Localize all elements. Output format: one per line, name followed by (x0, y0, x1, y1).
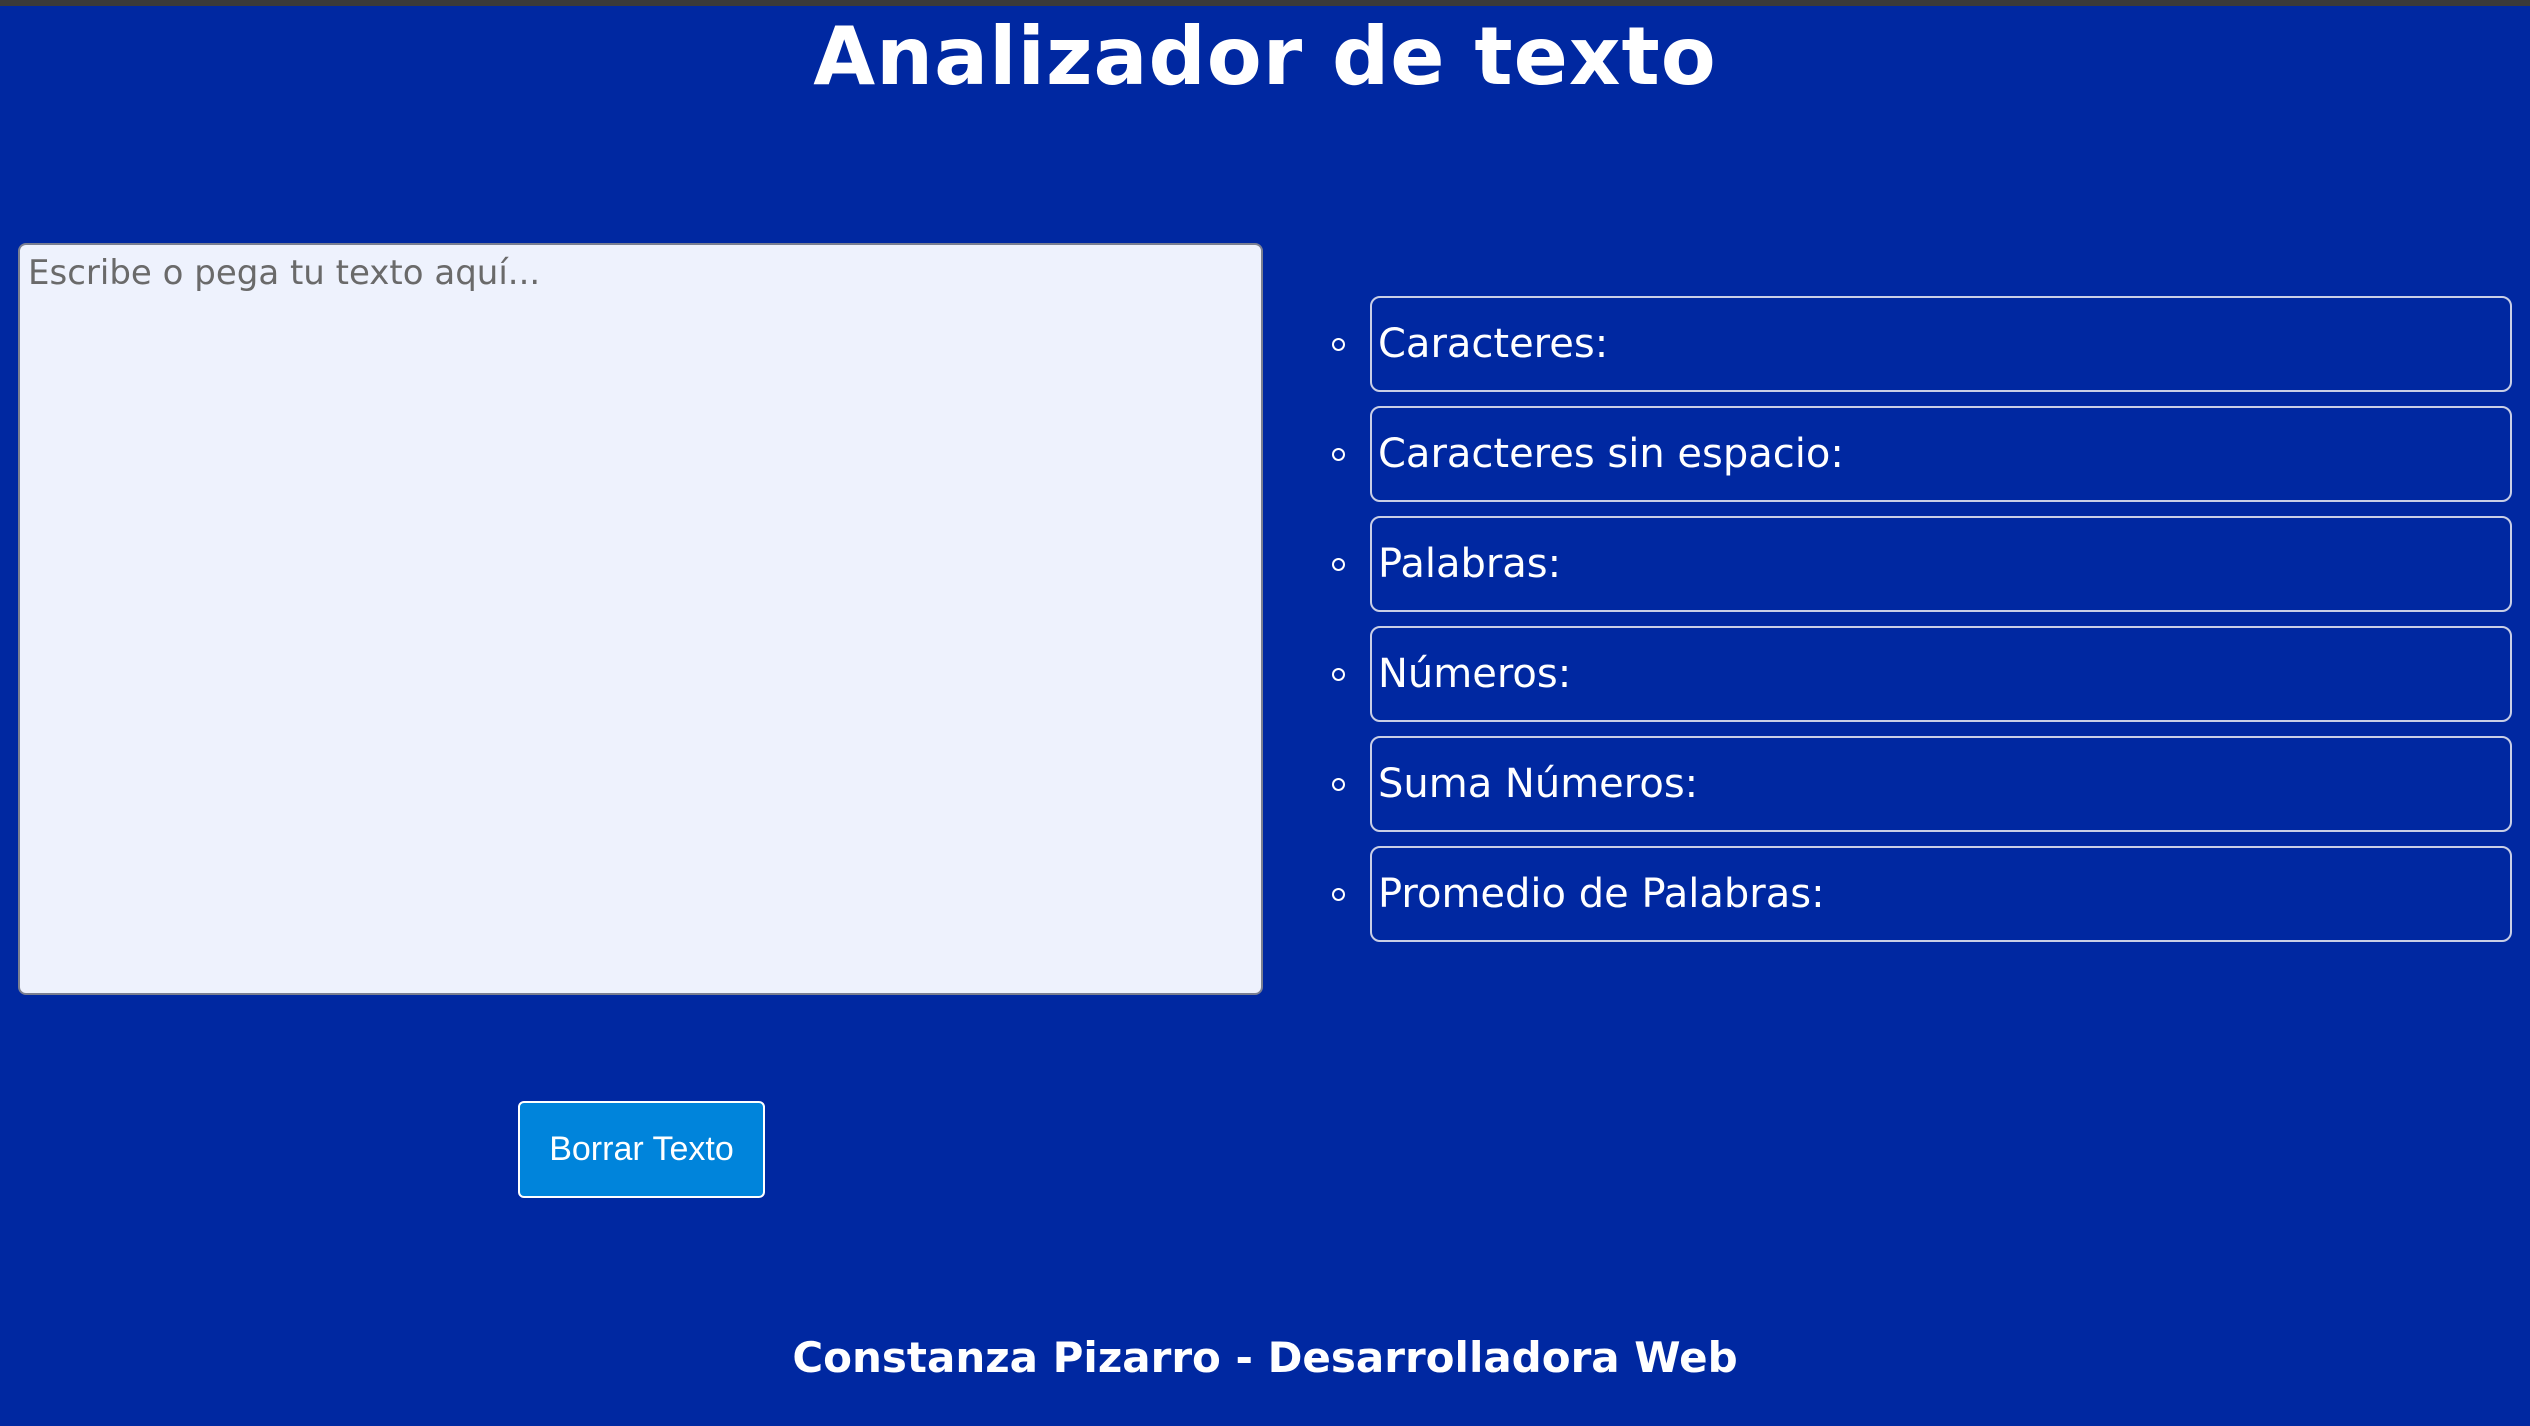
stat-item-characters: Caracteres: (1320, 296, 2512, 392)
stat-item-characters-no-spaces: Caracteres sin espacio: (1320, 406, 2512, 502)
clear-text-button[interactable]: Borrar Texto (518, 1101, 765, 1198)
stat-item-word-average: Promedio de Palabras: (1320, 846, 2512, 942)
stat-label-characters: Caracteres: (1370, 296, 2512, 392)
circle-bullet-icon (1332, 448, 1345, 461)
circle-bullet-icon (1332, 778, 1345, 791)
stats-list: Caracteres: Caracteres sin espacio: Pala… (1320, 296, 2512, 956)
circle-bullet-icon (1332, 668, 1345, 681)
circle-bullet-icon (1332, 558, 1345, 571)
stat-label-word-average: Promedio de Palabras: (1370, 846, 2512, 942)
footer-credit: Constanza Pizarro - Desarrolladora Web (792, 1333, 1738, 1382)
stat-item-numbers: Números: (1320, 626, 2512, 722)
stat-label-numbers: Números: (1370, 626, 2512, 722)
circle-bullet-icon (1332, 888, 1345, 901)
page-title: Analizador de texto (813, 10, 1717, 103)
stat-item-numbers-sum: Suma Números: (1320, 736, 2512, 832)
stat-label-characters-no-spaces: Caracteres sin espacio: (1370, 406, 2512, 502)
circle-bullet-icon (1332, 338, 1345, 351)
stat-label-numbers-sum: Suma Números: (1370, 736, 2512, 832)
text-input[interactable] (18, 243, 1263, 995)
stat-item-words: Palabras: (1320, 516, 2512, 612)
stat-label-words: Palabras: (1370, 516, 2512, 612)
